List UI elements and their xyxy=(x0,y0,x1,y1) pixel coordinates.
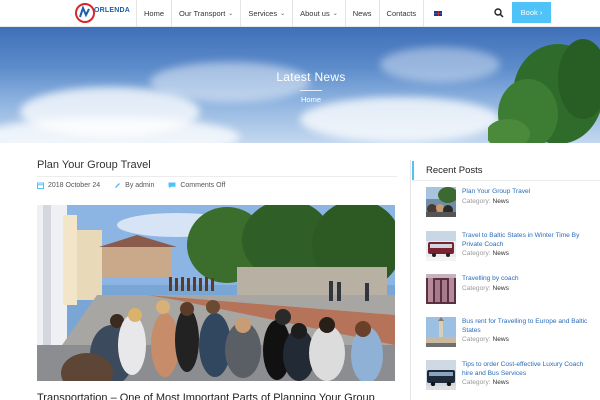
uk-flag-icon[interactable] xyxy=(434,11,443,16)
recent-post-title[interactable]: Travel to Baltic States in Winter Time B… xyxy=(462,231,596,249)
nav-item-home[interactable]: Home xyxy=(137,0,171,27)
nav-item-about-us[interactable]: About us ⌄ xyxy=(293,0,345,27)
site-header: ORLENDA Home Our Transport ⌄ Services ⌄ Ab… xyxy=(0,0,600,27)
recent-post-title[interactable]: Travelling by coach xyxy=(462,274,596,283)
chevron-right-icon: › xyxy=(539,8,543,17)
sidebar-title: Recent Posts xyxy=(426,165,483,176)
recent-post-title[interactable]: Plan Your Group Travel xyxy=(462,187,596,196)
hero-banner: Latest News Home xyxy=(0,27,600,143)
recent-post-item[interactable]: Travel to Baltic States in Winter Time B… xyxy=(426,231,596,263)
pencil-icon xyxy=(115,183,121,188)
recent-post-category: Category: News xyxy=(462,285,509,292)
post-title[interactable]: Plan Your Group Travel xyxy=(37,159,151,171)
nav-item-our-transport[interactable]: Our Transport ⌄ xyxy=(172,0,240,27)
chevron-down-icon: ⌄ xyxy=(228,11,234,17)
recent-post-title[interactable]: Tips to order Cost-effective Luxury Coac… xyxy=(462,360,596,378)
nav-item-contacts[interactable]: Contacts xyxy=(380,0,424,27)
recent-post-category: Category: News xyxy=(462,198,509,205)
main-nav: Home Our Transport ⌄ Services ⌄ About us ⌄ … xyxy=(136,0,452,27)
recent-post-item[interactable]: Bus rent for Travelling to Europe and Ba… xyxy=(426,317,596,349)
comment-icon xyxy=(168,182,176,189)
recent-post-item[interactable]: Plan Your Group Travel Category: News xyxy=(426,187,596,219)
title-underline xyxy=(300,90,322,91)
nav-item-services[interactable]: Services ⌄ xyxy=(241,0,292,27)
recent-post-thumbnail[interactable] xyxy=(426,231,456,261)
search-icon[interactable] xyxy=(494,8,504,18)
logo-text: ORLENDA xyxy=(94,7,131,14)
book-button[interactable]: Book › xyxy=(512,2,551,23)
page-title: Latest News xyxy=(276,70,346,84)
recent-post-category: Category: News xyxy=(462,250,509,257)
post-author[interactable]: By admin xyxy=(114,182,154,189)
recent-post-item[interactable]: Tips to order Cost-effective Luxury Coac… xyxy=(426,360,596,392)
recent-post-thumbnail[interactable] xyxy=(426,360,456,390)
post-meta: 2018 October 24 By admin Comments Off xyxy=(37,182,239,189)
sidebar-title-accent xyxy=(412,161,414,180)
recent-post-title[interactable]: Bus rent for Travelling to Europe and Ba… xyxy=(462,317,596,335)
trees-image xyxy=(488,39,600,143)
post-comments: Comments Off xyxy=(168,182,225,189)
post-subtitle[interactable]: Transportation – One of Most Important P… xyxy=(37,392,395,400)
street-scene-image xyxy=(37,205,395,381)
recent-post-category: Category: News xyxy=(462,336,509,343)
chevron-down-icon: ⌄ xyxy=(280,11,286,17)
nav-item-news[interactable]: News xyxy=(346,0,379,27)
chevron-down-icon: ⌄ xyxy=(332,11,338,17)
logo-icon xyxy=(75,3,95,23)
sidebar-divider xyxy=(410,160,411,400)
divider xyxy=(412,180,600,181)
recent-post-thumbnail[interactable] xyxy=(426,187,456,217)
breadcrumb-home[interactable]: Home xyxy=(0,95,600,104)
recent-post-thumbnail[interactable] xyxy=(426,317,456,347)
recent-post-thumbnail[interactable] xyxy=(426,274,456,304)
post-featured-image[interactable] xyxy=(37,205,395,381)
recent-post-category: Category: News xyxy=(462,379,509,386)
logo[interactable]: ORLENDA xyxy=(74,3,130,23)
calendar-icon xyxy=(37,182,44,189)
divider xyxy=(37,176,397,177)
recent-post-item[interactable]: Travelling by coach Category: News xyxy=(426,274,596,306)
post-date[interactable]: 2018 October 24 xyxy=(37,182,100,189)
